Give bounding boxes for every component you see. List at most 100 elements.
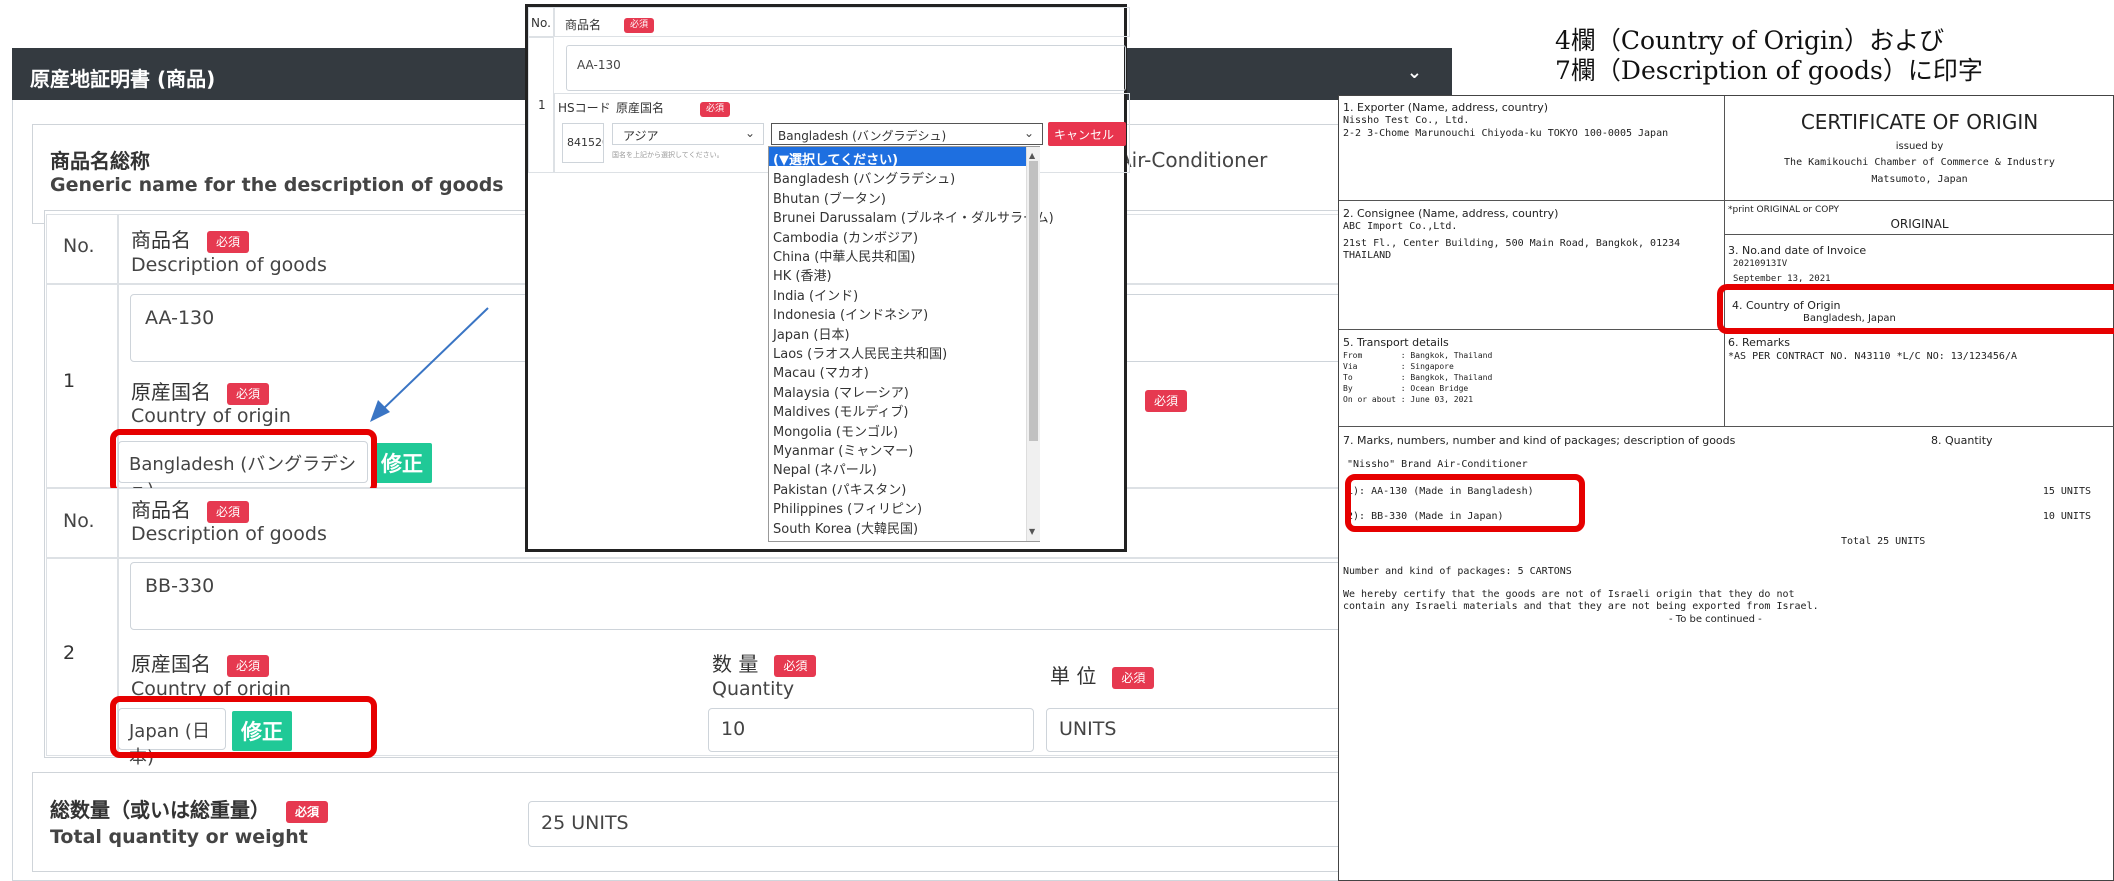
goods-label-jp-text: 商品名 — [131, 228, 191, 252]
dropdown-option[interactable]: Nepal (ネパール) — [773, 459, 877, 478]
transport-title: 5. Transport details — [1343, 336, 1449, 349]
popup-origin-label: 原産国名 — [616, 101, 665, 115]
consignee-address-2: THAILAND — [1343, 250, 1392, 261]
issuer-city: Matsumoto, Japan — [1871, 174, 1968, 185]
goods-name-input[interactable]: BB-330 — [130, 562, 1452, 630]
invoice-date: September 13, 2021 — [1733, 274, 1831, 284]
scroll-down-icon[interactable]: ▼ — [1029, 527, 1035, 536]
dropdown-option[interactable]: HK (香港) — [773, 265, 832, 284]
hs-code-input[interactable]: 841520 — [562, 123, 604, 163]
dropdown-scrollbar[interactable]: ▲ ▼ — [1026, 147, 1040, 541]
item-no: 2 — [63, 642, 76, 664]
generic-name-value[interactable]: Air-Conditioner — [1118, 148, 1267, 172]
transport-by: By : Ocean Bridge — [1343, 384, 1469, 393]
dropdown-option[interactable]: Maldives (モルディブ) — [773, 401, 909, 420]
popup-no-label: No. — [531, 16, 551, 30]
certificate-title: CERTIFICATE OF ORIGIN — [1800, 110, 2039, 134]
quantity-label-jp: 数 量必須 — [712, 648, 817, 677]
remarks-value: *AS PER CONTRACT NO. N43110 *L/C NO: 13/… — [1728, 351, 2017, 362]
required-badge-hidden-col: 必須 — [1145, 390, 1188, 412]
popup-row-no: 1 — [538, 98, 546, 112]
dropdown-option[interactable]: Laos (ラオス人民民主共和国) — [773, 343, 947, 362]
packages-line: Number and kind of packages: 5 CARTONS — [1343, 566, 1572, 577]
dropdown-option[interactable]: Japan (日本) — [773, 324, 850, 343]
quantity-label-jp-text: 数 量 — [712, 652, 759, 676]
popup-hint: 国名を上記から選択してください。 — [612, 151, 724, 159]
popup-hs-label: HSコード — [558, 101, 611, 115]
total-input[interactable]: 25 UNITS — [528, 801, 1446, 847]
generic-name-label-en: Generic name for the description of good… — [50, 174, 504, 196]
dropdown-option[interactable]: Myanmar (ミャンマー) — [773, 440, 913, 459]
print-value: ORIGINAL — [1890, 217, 1949, 231]
scrollbar-thumb[interactable] — [1029, 161, 1038, 441]
dropdown-option[interactable]: (▼選択してください) — [773, 149, 898, 168]
region-select-value: アジア — [623, 129, 659, 143]
cancel-button[interactable]: キャンセル — [1048, 122, 1126, 146]
print-title: *print ORIGINAL or COPY — [1728, 205, 1840, 215]
goods-label-jp: 商品名 必須 — [131, 494, 250, 523]
item-no-cell — [46, 284, 118, 488]
unit-label-jp-text: 単 位 — [1050, 664, 1097, 688]
item-no-cell — [46, 558, 118, 756]
dropdown-option[interactable]: Macau (マカオ) — [773, 362, 869, 381]
country-select[interactable]: Bangladesh (バングラデシュ) ⌄ — [771, 123, 1043, 145]
popup-name-input[interactable]: AA-130 — [566, 45, 1126, 91]
required-badge: 必須 — [207, 500, 250, 523]
dropdown-option[interactable]: Bangladesh (バングラデシュ) — [773, 168, 955, 187]
region-select[interactable]: アジア ⌄ — [612, 123, 764, 145]
chevron-down-icon[interactable]: ⌄ — [1407, 62, 1422, 83]
chevron-down-icon: ⌄ — [1023, 126, 1034, 140]
no-header-label: No. — [63, 235, 95, 257]
unit-label-jp: 単 位必須 — [1050, 660, 1155, 689]
required-badge: 必須 — [1145, 390, 1188, 412]
dropdown-option[interactable]: South Korea (大韓民国) — [773, 518, 918, 537]
quantity-label-en: Quantity — [712, 678, 795, 700]
required-badge: 必須 — [624, 18, 655, 33]
annotation-line-2: 7欄（Description of goods）に印字 — [1555, 56, 1983, 85]
divider — [1339, 426, 2114, 427]
transport-to: To : Bangkok, Thailand — [1343, 373, 1493, 382]
total-label-en: Total quantity or weight — [50, 826, 308, 848]
dropdown-option[interactable]: Mongolia (モンゴル) — [773, 421, 898, 440]
dropdown-option[interactable]: China (中華人民共和国) — [773, 246, 915, 265]
popup-required-wrap: 必須 — [624, 15, 655, 34]
consignee-title: 2. Consignee (Name, address, country) — [1343, 207, 1559, 220]
goods-label-jp-text: 商品名 — [131, 498, 191, 522]
chevron-down-icon: ⌄ — [744, 126, 755, 140]
quantity-input[interactable]: 10 — [708, 708, 1034, 752]
pointer-arrow — [370, 307, 489, 422]
total-label-jp-text: 総数量（或いは総重量） — [50, 798, 270, 822]
exporter-address: 2-2 3-Chome Marunouchi Chiyoda-ku TOKYO … — [1343, 128, 1669, 139]
required-badge: 必須 — [227, 382, 270, 405]
exporter-name: Nissho Test Co., Ltd. — [1343, 115, 1470, 126]
scroll-up-icon[interactable]: ▲ — [1029, 151, 1035, 160]
dropdown-option[interactable]: Cambodia (カンボジア) — [773, 227, 918, 246]
item-2-qty: 10 UNITS — [2042, 511, 2091, 522]
issuer: The Kamikouchi Chamber of Commerce & Ind… — [1784, 157, 2055, 168]
popup-required-wrap: 必須 — [700, 99, 731, 118]
origin-label-jp-text: 原産国名 — [131, 652, 211, 676]
invoice-no: 20210913IV — [1733, 259, 1788, 269]
total-line: Total 25 UNITS — [1841, 536, 1926, 547]
dropdown-option[interactable]: Malaysia (マレーシア) — [773, 382, 909, 401]
dropdown-option[interactable]: Bhutan (ブータン) — [773, 188, 886, 207]
transport-via: Via : Singapore — [1343, 362, 1454, 371]
brand-line: "Nissho" Brand Air-Conditioner — [1347, 459, 1528, 470]
exporter-title: 1. Exporter (Name, address, country) — [1343, 101, 1549, 114]
highlight-box — [1345, 474, 1585, 532]
goods-label-jp: 商品名 必須 — [131, 224, 250, 253]
popup-goods-label: 商品名 — [565, 18, 602, 32]
required-badge: 必須 — [286, 800, 329, 823]
country-dropdown-list[interactable]: (▼選択してください) Bangladesh (バングラデシュ) Bhutan (ブ… — [768, 146, 1054, 542]
origin-label-jp: 原産国名 必須 — [131, 376, 270, 405]
form-header-title: 原産地証明書 (商品) — [30, 67, 216, 91]
dropdown-option[interactable]: Indonesia (インドネシア) — [773, 304, 928, 323]
highlight-box — [110, 696, 377, 758]
transport-date: On or about : June 03, 2021 — [1343, 395, 1474, 404]
dropdown-option[interactable]: Pakistan (パキスタン) — [773, 479, 906, 498]
fix-button[interactable]: 修正 — [372, 443, 432, 483]
dropdown-option[interactable]: India (インド) — [773, 285, 858, 304]
no-header-label: No. — [63, 510, 95, 532]
dropdown-option[interactable]: Philippines (フィリピン) — [773, 498, 922, 517]
dropdown-option[interactable]: Brunei Darussalam (ブルネイ・ダルサラーム) — [773, 207, 1054, 226]
